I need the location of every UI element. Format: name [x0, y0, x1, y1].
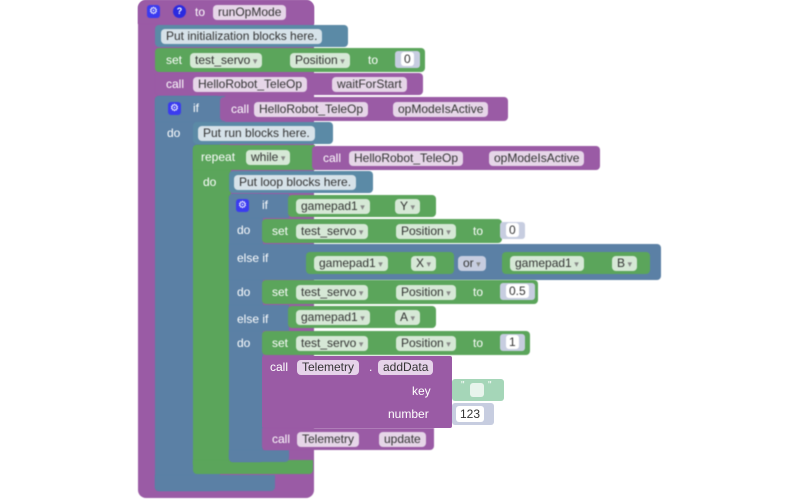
object-field[interactable]: Telemetry [297, 360, 360, 375]
gamepad-dropdown[interactable]: gamepad1 [296, 199, 370, 214]
else-if-label: else if [237, 251, 269, 265]
key-quote-close: " [488, 380, 492, 391]
value-input[interactable]: 0 [395, 51, 420, 68]
to-label: to [473, 336, 484, 350]
method-field[interactable]: waitForStart [332, 77, 407, 92]
to-label: to [473, 285, 484, 299]
value-input[interactable]: 0.5 [500, 283, 535, 300]
do-label: do [167, 126, 181, 140]
repeat-block-bottom [193, 460, 313, 474]
do-label: do [237, 223, 251, 237]
gear-icon[interactable]: ⚙ [168, 102, 181, 115]
key-quote-open: " [461, 380, 465, 391]
loop-comment-text[interactable]: Put loop blocks here. [234, 175, 357, 190]
property-dropdown[interactable]: Position [396, 285, 456, 300]
call-label: call [166, 77, 185, 91]
if-header[interactable] [155, 96, 225, 122]
object-field[interactable]: Telemetry [297, 432, 360, 447]
call-label: call [270, 360, 289, 374]
if-label: if [262, 198, 268, 212]
property-dropdown[interactable]: Position [396, 224, 456, 239]
device-dropdown[interactable]: test_servo [190, 53, 263, 68]
call-label: call [231, 102, 250, 116]
repeat-label: repeat [201, 150, 236, 164]
gamepad-dropdown[interactable]: gamepad1 [296, 310, 370, 325]
if-block-bottom [155, 475, 275, 491]
gamepad-dropdown[interactable]: gamepad1 [510, 256, 584, 271]
gear-icon[interactable]: ⚙ [147, 5, 160, 18]
run-comment-text[interactable]: Put run blocks here. [198, 126, 315, 141]
key-input[interactable] [470, 383, 484, 397]
value-input[interactable]: 1 [500, 334, 525, 351]
inner-if-bottom [229, 450, 289, 462]
property-dropdown[interactable]: Position [290, 53, 350, 68]
dot-separator: . [369, 360, 373, 374]
number-input[interactable]: 123 [456, 406, 485, 422]
object-field[interactable]: HelloRobot_TeleOp [254, 102, 369, 117]
gamepad-dropdown[interactable]: gamepad1 [314, 256, 388, 271]
button-dropdown[interactable]: B [612, 256, 638, 271]
device-dropdown[interactable]: test_servo [296, 285, 369, 300]
method-field[interactable]: update [379, 432, 426, 447]
number-label: number [388, 407, 429, 421]
method-field[interactable]: addData [378, 360, 434, 375]
repeat-block[interactable] [193, 145, 231, 467]
method-field[interactable]: opModeIsActive [489, 151, 585, 166]
do-label: do [237, 336, 251, 350]
key-label: key [412, 384, 431, 398]
to-label: to [195, 5, 206, 19]
button-dropdown[interactable]: X [411, 256, 437, 271]
button-dropdown[interactable]: A [395, 310, 421, 325]
call-label: call [272, 432, 291, 446]
property-dropdown[interactable]: Position [396, 336, 456, 351]
do-label: do [237, 285, 251, 299]
set-label: set [272, 336, 289, 350]
object-field[interactable]: HelloRobot_TeleOp [193, 77, 308, 92]
button-dropdown[interactable]: Y [395, 199, 421, 214]
value-input[interactable]: 0 [500, 222, 525, 239]
to-label: to [473, 224, 484, 238]
procedure-name-field[interactable]: runOpMode [213, 5, 287, 20]
set-label: set [166, 53, 183, 67]
call-label: call [323, 151, 342, 165]
set-label: set [272, 285, 289, 299]
to-label: to [368, 53, 379, 67]
do-label: do [203, 175, 217, 189]
help-icon[interactable]: ? [173, 5, 186, 18]
repeat-mode-dropdown[interactable]: while [246, 150, 291, 165]
method-field[interactable]: opModeIsActive [393, 102, 489, 117]
set-label: set [272, 224, 289, 238]
else-if-label: else if [237, 312, 269, 326]
object-field[interactable]: HelloRobot_TeleOp [349, 151, 464, 166]
if-label: if [193, 101, 199, 115]
device-dropdown[interactable]: test_servo [296, 336, 369, 351]
gear-icon[interactable]: ⚙ [236, 199, 249, 212]
device-dropdown[interactable]: test_servo [296, 224, 369, 239]
operator-dropdown[interactable]: or [458, 256, 486, 271]
init-comment-text[interactable]: Put initialization blocks here. [161, 29, 323, 44]
